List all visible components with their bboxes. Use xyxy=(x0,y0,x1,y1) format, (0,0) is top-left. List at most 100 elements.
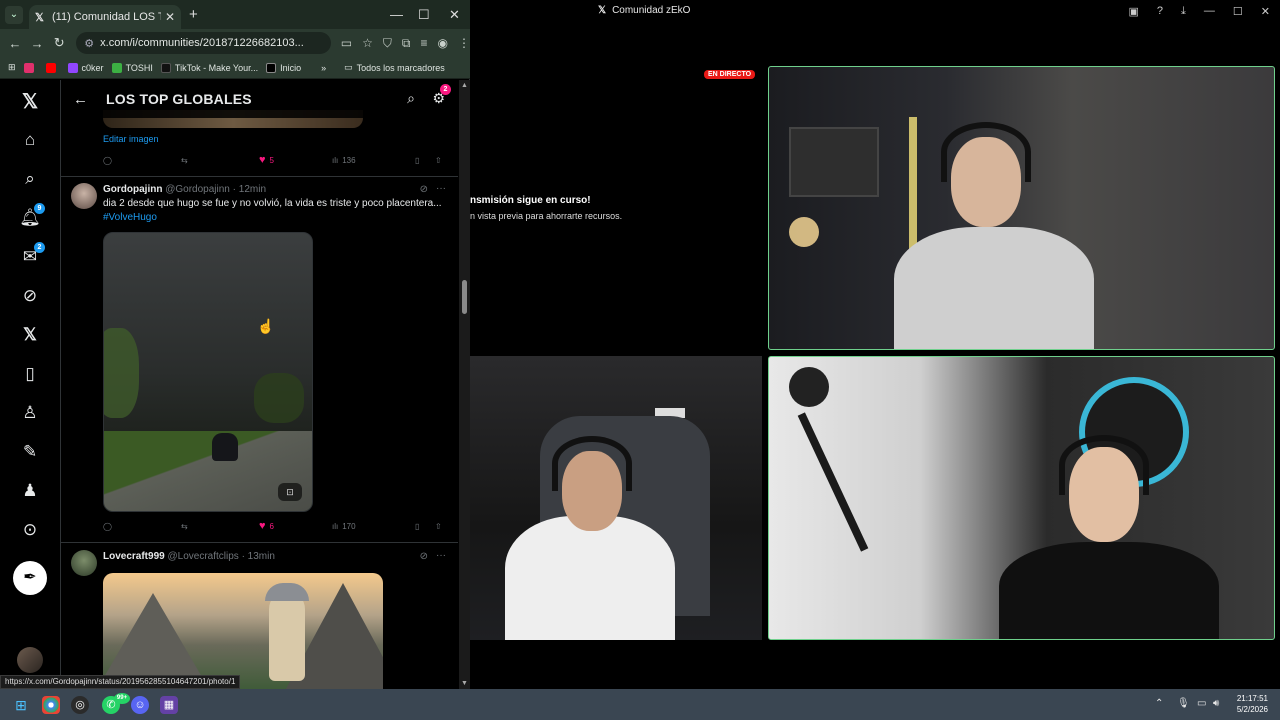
tab-close-icon[interactable]: ✕ xyxy=(165,10,175,24)
shield-extension-icon[interactable]: ⛉ xyxy=(383,36,392,51)
back-arrow-icon[interactable]: ← xyxy=(73,91,88,108)
system-clock[interactable]: 21:17:51 5/2/2026 xyxy=(1237,693,1268,715)
site-info-icon[interactable]: ⚙ xyxy=(84,37,94,50)
forward-arrow-icon[interactable]: → xyxy=(26,36,48,51)
network-icon[interactable]: ▭ xyxy=(1197,698,1206,709)
grok-explain-icon[interactable]: ⊘ xyxy=(420,184,428,195)
post-actions: ◯ ⇆ ♥ 5 ılı 136 ▯ ⇧ xyxy=(103,153,453,167)
display-name[interactable]: Lovecraft999 xyxy=(103,551,165,562)
profile-icon[interactable]: ♟ xyxy=(18,479,42,503)
maximize-button[interactable]: ☐ xyxy=(418,7,430,23)
tray-chevron-icon[interactable]: ⌃ xyxy=(1155,698,1163,709)
youtube-bookmark-icon[interactable] xyxy=(45,62,60,73)
gear-icon[interactable]: ⚙ 2 xyxy=(432,84,451,107)
chrome-icon[interactable] xyxy=(42,696,60,714)
menu-dots-icon[interactable]: ⋮ xyxy=(458,36,470,51)
camera-tile-bottom-left[interactable] xyxy=(470,356,762,640)
account-avatar[interactable] xyxy=(17,647,43,673)
maximize-button[interactable]: ☐ xyxy=(1233,5,1243,18)
microphone-icon[interactable]: 🎙︎ xyxy=(1177,698,1190,709)
url-bar[interactable]: ⚙ x.com/i/communities/201871226682103... xyxy=(76,32,331,54)
screen-share-icon[interactable]: ▣ xyxy=(1129,5,1139,18)
bookmark-tiktok[interactable]: TikTok - Make Your... xyxy=(160,62,258,73)
reply-icon[interactable]: ◯ xyxy=(103,156,181,165)
grok-icon[interactable]: ⊘ xyxy=(18,284,42,308)
extensions-icon[interactable]: ⧉ xyxy=(402,36,411,51)
post-time[interactable]: · 12min xyxy=(233,184,266,195)
scroll-up-icon[interactable]: ▲ xyxy=(461,82,468,89)
post-time[interactable]: · 13min xyxy=(242,551,275,562)
minimize-button[interactable]: — xyxy=(390,7,403,22)
all-bookmarks-folder[interactable]: ▭ Todos los marcadores xyxy=(344,62,445,73)
edit-image-link[interactable]: Editar imagen xyxy=(103,134,159,144)
repost-icon[interactable]: ⇆ xyxy=(181,156,259,165)
minimize-button[interactable]: — xyxy=(1204,5,1215,18)
search-icon[interactable]: ⌕ xyxy=(407,90,415,107)
premium-x-icon[interactable]: 𝕏 xyxy=(18,323,42,347)
settings-badge: 2 xyxy=(440,84,451,95)
communities-icon[interactable]: ✎ xyxy=(18,440,42,464)
hashtag-link[interactable]: #VolveHugo xyxy=(103,212,157,223)
new-tab-button[interactable]: + xyxy=(189,6,198,23)
help-icon[interactable]: ? xyxy=(1157,5,1163,18)
more-options-icon[interactable]: ··· xyxy=(436,183,446,194)
close-window-button[interactable]: ✕ xyxy=(449,7,460,23)
more-circle-icon[interactable]: ⊙ xyxy=(18,518,42,542)
views-button[interactable]: ılı 136 xyxy=(332,156,415,165)
back-arrow-icon[interactable]: ← xyxy=(4,36,26,51)
app-grid-icon[interactable]: ▦ xyxy=(160,696,178,714)
scrollbar-thumb[interactable] xyxy=(462,280,467,314)
bookmarks-overflow-button[interactable]: » xyxy=(321,63,326,73)
user-handle[interactable]: @Lovecraftclips xyxy=(167,551,238,562)
display-name[interactable]: Gordopajinn xyxy=(103,184,162,195)
windows-start-icon[interactable]: ⊞ xyxy=(12,696,30,714)
share-icon[interactable]: ⇧ xyxy=(435,522,442,531)
reading-list-icon[interactable]: ≡ xyxy=(420,36,427,51)
whatsapp-icon[interactable]: ✆ 99+ xyxy=(102,693,130,714)
image-edit-icon[interactable]: ⊡ xyxy=(278,483,302,501)
explore-search-icon[interactable]: ⌕ xyxy=(18,167,42,191)
bookmark-toshi[interactable]: TOSHI xyxy=(111,62,153,73)
obs-icon[interactable]: ◎ xyxy=(71,696,89,714)
messages-envelope-icon[interactable]: ✉ 2 xyxy=(18,242,45,269)
camera-tile-bottom-right[interactable] xyxy=(768,356,1275,640)
reload-icon[interactable]: ↻ xyxy=(48,35,70,51)
scroll-down-icon[interactable]: ▼ xyxy=(461,680,468,687)
compose-post-button[interactable]: ✒ xyxy=(13,561,47,595)
instagram-bookmark-icon[interactable] xyxy=(23,62,38,73)
discord-icon[interactable]: ☺ xyxy=(131,696,149,714)
bookmark-inicio[interactable]: Inicio xyxy=(266,62,301,73)
post-image[interactable] xyxy=(103,573,383,689)
jobs-icon[interactable]: ♙ xyxy=(18,401,42,425)
bookmark-star-icon[interactable]: ☆ xyxy=(362,36,373,51)
close-window-button[interactable]: ✕ xyxy=(1261,5,1270,18)
volume-icon[interactable]: 🔊︎ xyxy=(1213,698,1219,709)
notifications-bell-icon[interactable]: 🔔︎ 9 xyxy=(18,203,45,230)
tab-search-button[interactable]: ⌄ xyxy=(5,5,23,24)
bookmark-icon[interactable]: ▯ xyxy=(415,522,435,531)
like-button[interactable]: ♥ 6 xyxy=(259,520,332,532)
bookmark-icon[interactable]: ▯ xyxy=(415,156,435,165)
avatar[interactable] xyxy=(71,550,97,576)
camera-tile-top-right[interactable] xyxy=(768,66,1275,350)
bookmarks-icon[interactable]: ▯ xyxy=(18,362,42,386)
grok-explain-icon[interactable]: ⊘ xyxy=(420,551,428,562)
home-icon[interactable]: ⌂ xyxy=(18,128,42,152)
download-icon[interactable]: ⤓ xyxy=(1181,5,1186,18)
profile-avatar-icon[interactable]: ◉ xyxy=(438,36,448,51)
more-options-icon[interactable]: ··· xyxy=(436,550,446,561)
avatar[interactable] xyxy=(71,183,97,209)
user-handle[interactable]: @Gordopajinn xyxy=(165,184,230,195)
reply-icon[interactable]: ◯ xyxy=(103,522,181,531)
apps-grid-icon[interactable]: ⊞ xyxy=(8,62,16,73)
browser-tab[interactable]: 𝕏 (11) Comunidad LOS TOP GLOB ✕ xyxy=(29,5,181,29)
post-image[interactable]: ⊡ xyxy=(103,232,313,512)
x-logo-icon[interactable]: 𝕏 xyxy=(18,90,42,114)
page-scrollbar[interactable]: ▲ ▼ xyxy=(459,80,470,689)
cast-icon[interactable]: ▭ xyxy=(341,36,352,51)
share-icon[interactable]: ⇧ xyxy=(435,156,442,165)
like-button[interactable]: ♥ 5 xyxy=(259,154,332,166)
repost-icon[interactable]: ⇆ xyxy=(181,522,259,531)
bookmark-c0ker[interactable]: c0ker xyxy=(67,62,104,73)
views-button[interactable]: ılı 170 xyxy=(332,522,415,531)
